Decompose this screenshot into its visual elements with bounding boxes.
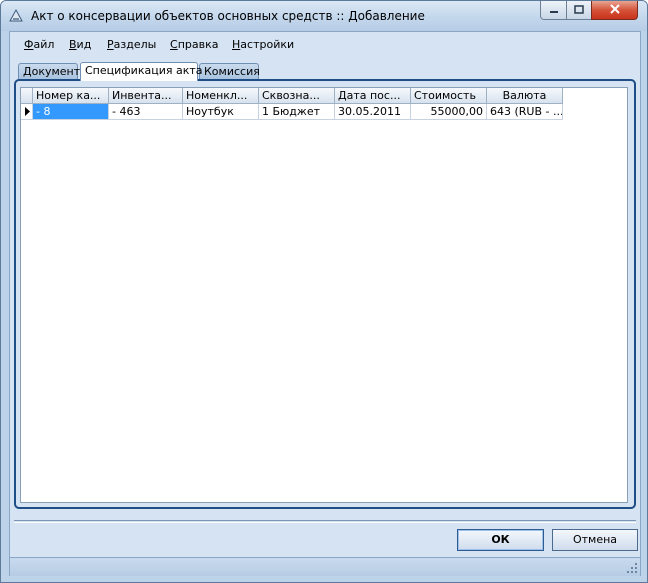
col-header-nomenclature[interactable]: Номенкл... xyxy=(183,88,259,104)
tab-document[interactable]: Документ xyxy=(18,63,80,79)
separator xyxy=(14,520,636,523)
col-header-date[interactable]: Дата пос... xyxy=(335,88,411,104)
menu-help[interactable]: Справка xyxy=(170,38,218,51)
cell-nomenclature[interactable]: Ноутбук xyxy=(183,104,259,120)
app-icon xyxy=(8,8,24,24)
maximize-icon xyxy=(574,4,584,17)
row-indicator-header xyxy=(21,88,33,104)
menu-view[interactable]: Вид xyxy=(69,38,91,51)
cancel-button[interactable]: Отмена xyxy=(552,529,638,551)
cell-date[interactable]: 30.05.2011 xyxy=(335,104,411,120)
minimize-icon xyxy=(549,4,559,17)
menu-sections[interactable]: Разделы xyxy=(107,38,156,51)
col-header-number[interactable]: Номер ка... xyxy=(33,88,109,104)
ok-button[interactable]: ОК xyxy=(457,529,544,551)
maximize-button[interactable] xyxy=(566,1,592,20)
col-header-through[interactable]: Сквозна... xyxy=(259,88,335,104)
title-bar[interactable]: Акт о консервации объектов основных сред… xyxy=(1,1,647,31)
tab-specification[interactable]: Спецификация акта xyxy=(80,62,203,81)
row-pointer-icon xyxy=(21,107,32,119)
minimize-button[interactable] xyxy=(540,1,567,20)
cell-through[interactable]: 1 Бюджет xyxy=(259,104,335,120)
cell-cost[interactable]: 55000,00 xyxy=(411,104,487,120)
dialog-window: Акт о консервации объектов основных сред… xyxy=(0,0,648,583)
cell-inventory[interactable]: - 463 xyxy=(109,104,183,120)
cell-currency[interactable]: 643 (RUB - ... xyxy=(487,104,563,120)
specification-panel: Номер ка... Инвента... Номенкл... Сквозн… xyxy=(14,79,636,509)
dialog-body: Файл Вид Разделы Справка Настройки Докум… xyxy=(9,31,641,576)
col-header-inventory[interactable]: Инвента... xyxy=(109,88,183,104)
tab-commission[interactable]: Комиссия xyxy=(199,63,260,79)
menu-bar: Файл Вид Разделы Справка Настройки xyxy=(10,34,640,54)
menu-file[interactable]: Файл xyxy=(24,38,54,51)
menu-settings[interactable]: Настройки xyxy=(232,38,294,51)
resize-grip-icon[interactable] xyxy=(626,562,638,574)
col-header-cost[interactable]: Стоимость xyxy=(411,88,487,104)
status-bar xyxy=(10,557,640,576)
col-header-currency[interactable]: Валюта xyxy=(487,88,563,104)
cell-number[interactable]: - 8 xyxy=(33,104,109,120)
current-row-indicator xyxy=(21,104,33,120)
window-title: Акт о консервации объектов основных сред… xyxy=(31,9,425,23)
close-button[interactable] xyxy=(591,1,638,20)
specification-grid[interactable]: Номер ка... Инвента... Номенкл... Сквозн… xyxy=(20,87,628,503)
close-icon xyxy=(609,3,621,17)
